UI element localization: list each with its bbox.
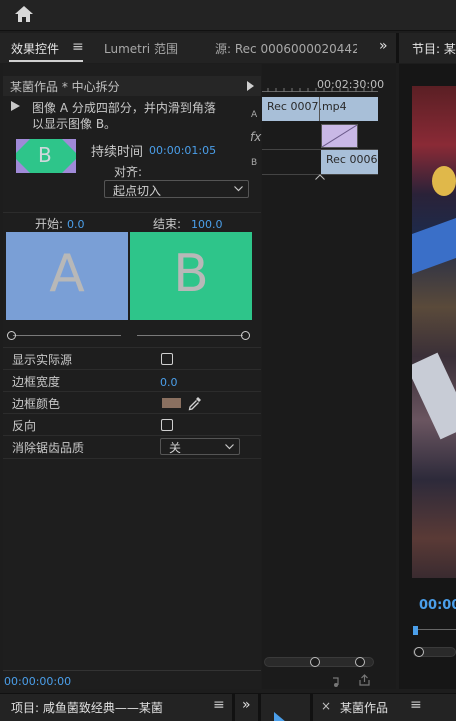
antialiasing-dropdown[interactable]: 关 (160, 438, 240, 455)
preview-a: A (6, 232, 128, 320)
fx-icon: fx (250, 130, 262, 144)
align-dropdown-value: 起点切入 (113, 184, 162, 198)
panel-divider (258, 694, 261, 721)
end-slider-handle[interactable] (241, 331, 250, 340)
divider (3, 391, 261, 392)
end-value[interactable]: 100.0 (191, 218, 223, 231)
tab-effect-controls[interactable]: 效果控件 (11, 40, 59, 57)
description-line-1: 图像 A 分成四部分，并内滑到角落 (32, 101, 216, 115)
track-a-label: A (251, 110, 258, 120)
ruler-ticks (267, 88, 373, 92)
border-width-value[interactable]: 0.0 (160, 376, 178, 389)
video-background (412, 86, 456, 578)
clip-b[interactable]: Rec 000600 (321, 150, 378, 174)
video-yellow-shape (432, 166, 456, 196)
tab-source[interactable]: 源: Rec 0006000020442-000 (215, 40, 357, 57)
program-video-frame (412, 86, 456, 578)
transition-thumbnail: B (16, 139, 76, 173)
panel-menu-icon[interactable]: ≡ (213, 697, 225, 713)
play-triangle-icon[interactable] (247, 81, 254, 91)
clip-title: 某菌作品 * 中心拆分 (10, 80, 120, 94)
start-label: 开始: (35, 217, 64, 231)
transition-block[interactable] (321, 124, 358, 148)
panel-divider (396, 33, 399, 63)
reverse-label: 反向 (12, 419, 37, 433)
play-icon[interactable] (272, 712, 298, 721)
tab-sequence[interactable]: 某菌作品 (340, 699, 388, 716)
panel-menu-icon[interactable]: ≡ (410, 697, 422, 713)
divider (3, 413, 261, 414)
program-scroll-handle[interactable] (414, 647, 424, 657)
antialiasing-dropdown-value: 关 (169, 441, 182, 455)
antialiasing-label: 消除锯齿品质 (12, 441, 85, 455)
panel-divider (232, 694, 235, 721)
panel-divider (310, 694, 313, 721)
duration-label: 持续时间 (91, 145, 144, 160)
thumbnail-letter: B (38, 143, 52, 167)
close-icon[interactable]: × (321, 699, 331, 713)
border-width-label: 边框宽度 (12, 375, 61, 389)
bottom-panel-tabs: 项目: 咸鱼菌致经典——某菌 ≡ » × 某菌作品 ≡ (0, 693, 456, 721)
program-playhead[interactable] (413, 626, 418, 635)
active-tab-underline (9, 60, 83, 62)
show-actual-source-checkbox[interactable] (161, 353, 173, 365)
border-color-label: 边框颜色 (12, 397, 61, 411)
start-slider-track[interactable] (13, 335, 121, 336)
start-value[interactable]: 0.0 (67, 218, 85, 231)
effect-controls-timecode[interactable]: 00:00:00:00 (4, 675, 71, 688)
end-label: 结束: (153, 217, 182, 231)
export-icon[interactable] (358, 674, 371, 687)
border-color-swatch[interactable] (162, 398, 181, 408)
description-line-2: 以显示图像 B。 (32, 117, 117, 131)
clip-a-name: Rec 0007.mp4 (267, 100, 347, 113)
align-label: 对齐: (114, 165, 143, 179)
panel-menu-icon[interactable]: ≡ (72, 39, 84, 55)
duration-value[interactable]: 00:00:01:05 (149, 144, 216, 157)
clip-b-name: Rec 000600 (326, 153, 378, 166)
align-dropdown[interactable]: 起点切入 (104, 180, 249, 198)
expand-triangle-icon[interactable] (11, 101, 20, 111)
divider (3, 435, 261, 436)
tab-program[interactable]: 节目: 某 (412, 40, 456, 57)
divider (3, 347, 261, 348)
overflow-chevron-icon[interactable]: » (242, 697, 251, 713)
home-icon[interactable] (13, 4, 35, 24)
playhead-caret-icon[interactable] (315, 174, 325, 180)
panel-tab-row: 效果控件 ≡ Lumetri 范围 源: Rec 0006000020442-0… (0, 33, 456, 63)
program-monitor-panel: 00:00 (399, 64, 456, 689)
reverse-checkbox[interactable] (161, 419, 173, 431)
chevron-down-icon (225, 444, 234, 450)
clip-edge (319, 97, 320, 121)
transition-diagonal (321, 124, 358, 148)
program-timecode[interactable]: 00:00 (419, 598, 456, 613)
show-actual-source-label: 显示实际源 (12, 353, 73, 367)
top-bar (0, 0, 456, 31)
chevron-down-icon (234, 186, 243, 192)
tab-lumetri-scopes[interactable]: Lumetri 范围 (104, 40, 178, 57)
eyedropper-icon[interactable] (188, 396, 202, 411)
effect-timeline-panel: 00:02:30:00 A Rec 0007.mp4 fx B Rec 0006… (250, 64, 396, 689)
clip-header-row: 某菌作品 * 中心拆分 (3, 76, 261, 96)
divider (3, 212, 261, 213)
zoom-handle-right[interactable] (355, 657, 365, 667)
zoom-handle-left[interactable] (310, 657, 320, 667)
track-b-label: B (251, 158, 258, 168)
preview-a-letter: A (49, 244, 85, 304)
preview-b: B (130, 232, 252, 320)
overflow-chevron-icon[interactable]: » (379, 38, 388, 54)
divider (3, 458, 261, 459)
tab-project[interactable]: 项目: 咸鱼菌致经典——某菌 (11, 699, 163, 716)
end-slider-track[interactable] (137, 335, 243, 336)
divider (3, 369, 261, 370)
program-ruler (413, 629, 456, 630)
preview-b-letter: B (173, 244, 209, 304)
audio-note-icon[interactable] (332, 675, 346, 687)
divider (3, 670, 261, 671)
start-slider-handle[interactable] (7, 331, 16, 340)
clip-a[interactable]: Rec 0007.mp4 (262, 97, 378, 121)
